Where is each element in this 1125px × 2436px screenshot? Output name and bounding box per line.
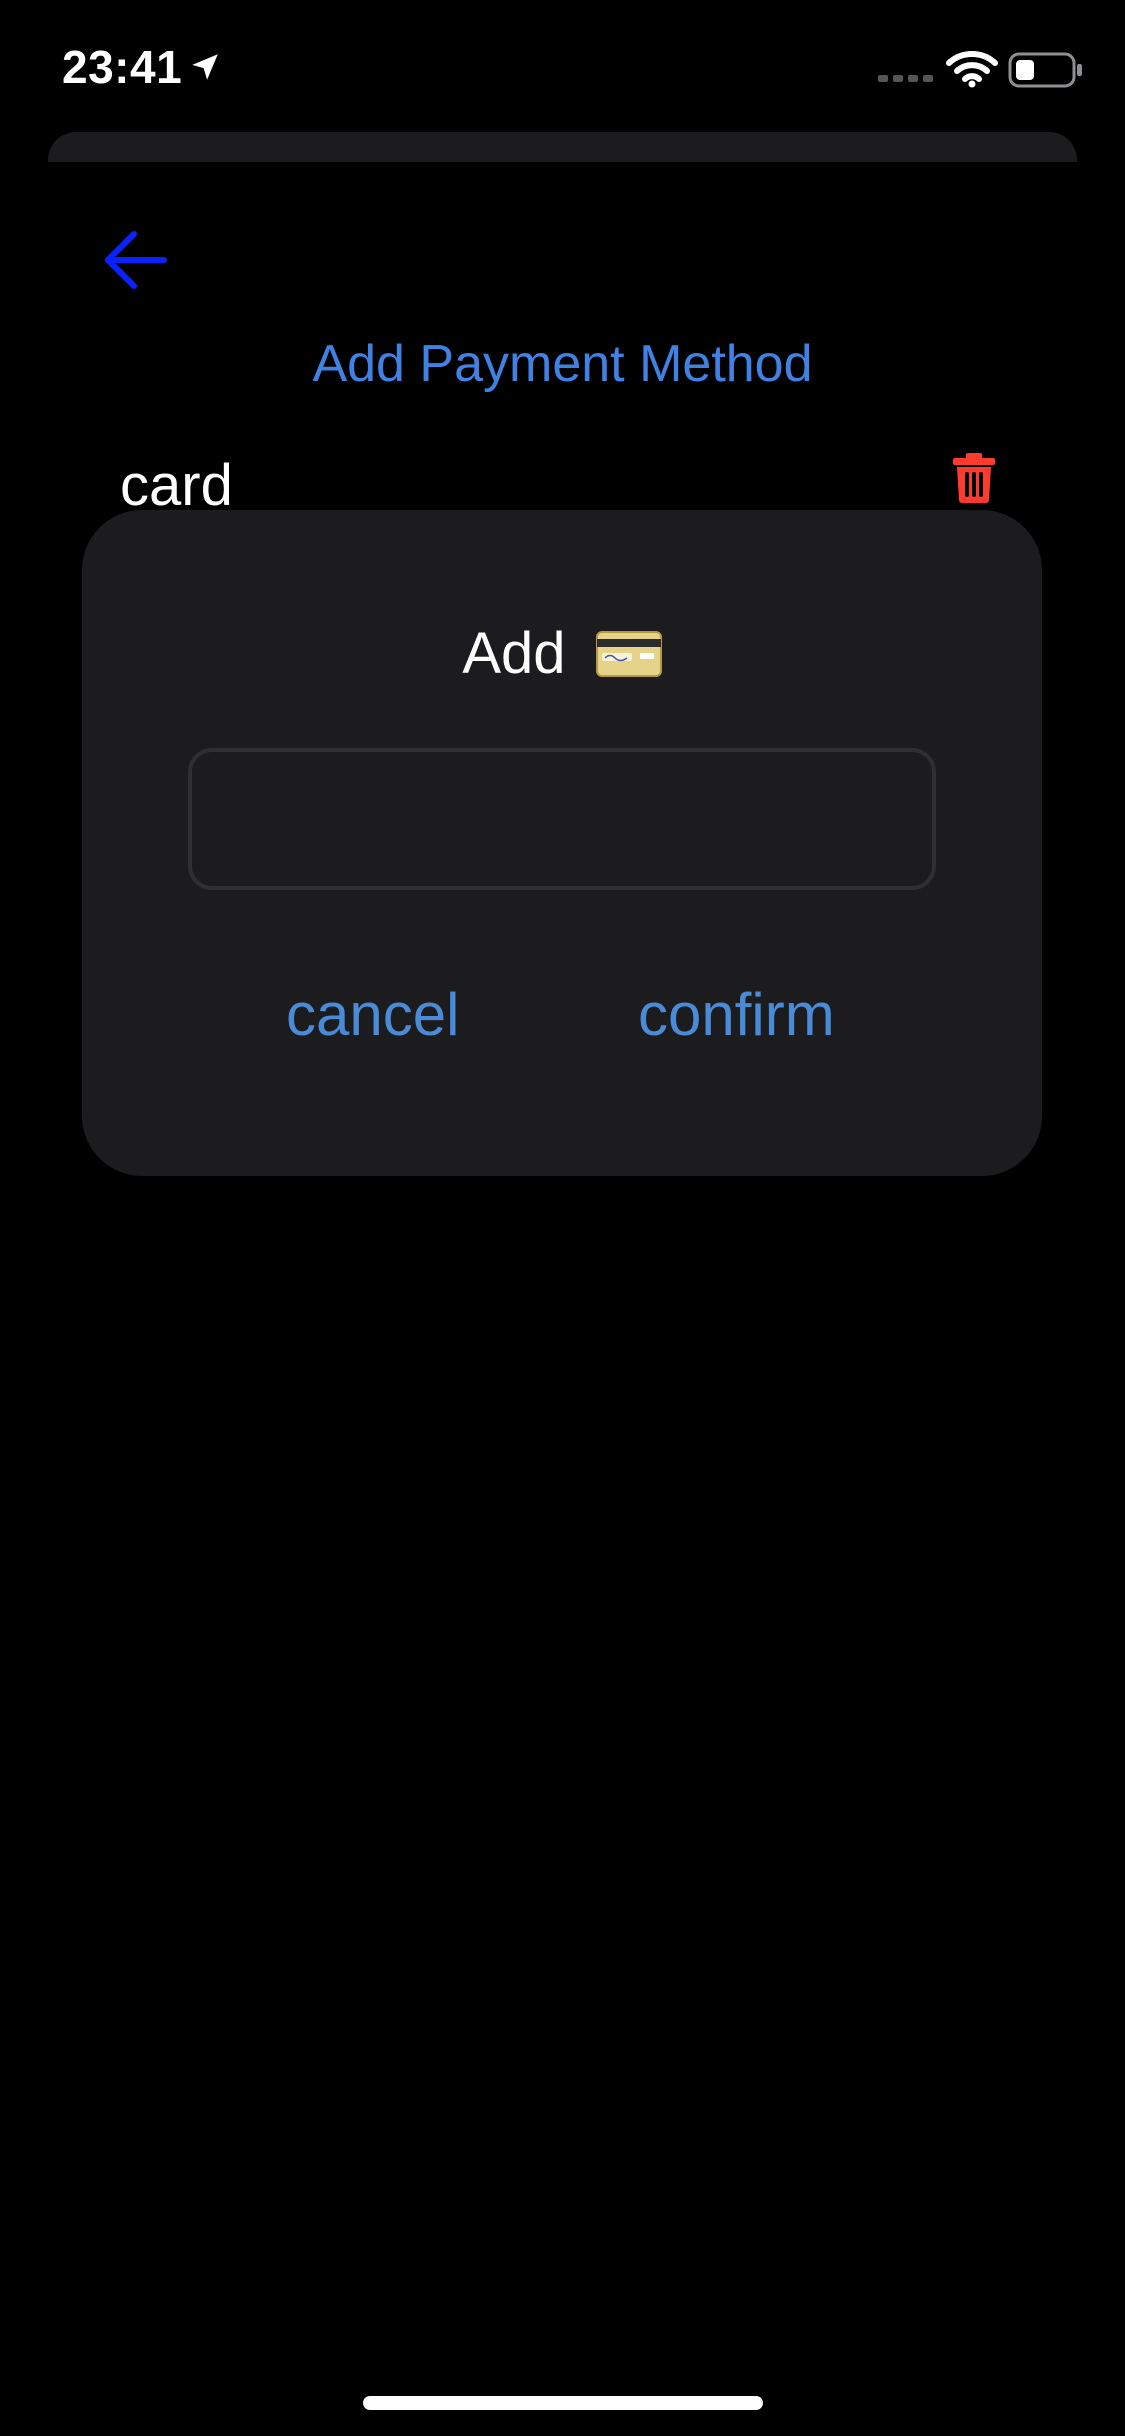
status-time: 23:41 (62, 41, 183, 93)
wifi-icon (946, 51, 998, 88)
dialog-title-text: Add (462, 621, 566, 686)
arrow-left-icon[interactable] (100, 228, 170, 292)
trash-icon[interactable] (952, 452, 996, 504)
payment-method-label: card (120, 453, 233, 518)
page-title: Add Payment Method (312, 335, 813, 393)
location-arrow-icon (192, 54, 218, 80)
cancel-button[interactable]: cancel (286, 980, 459, 1049)
battery-icon (1008, 52, 1082, 88)
dialog-title: Add (82, 620, 1042, 687)
credit-card-emoji-icon (595, 631, 662, 677)
home-indicator[interactable] (363, 2396, 763, 2410)
status-bar: 23:41 (0, 0, 1125, 132)
card-input[interactable] (188, 748, 936, 890)
confirm-button[interactable]: confirm (638, 980, 835, 1049)
cellular-signal-icon (878, 75, 933, 82)
add-card-dialog: Add cancel confirm (82, 510, 1042, 1176)
